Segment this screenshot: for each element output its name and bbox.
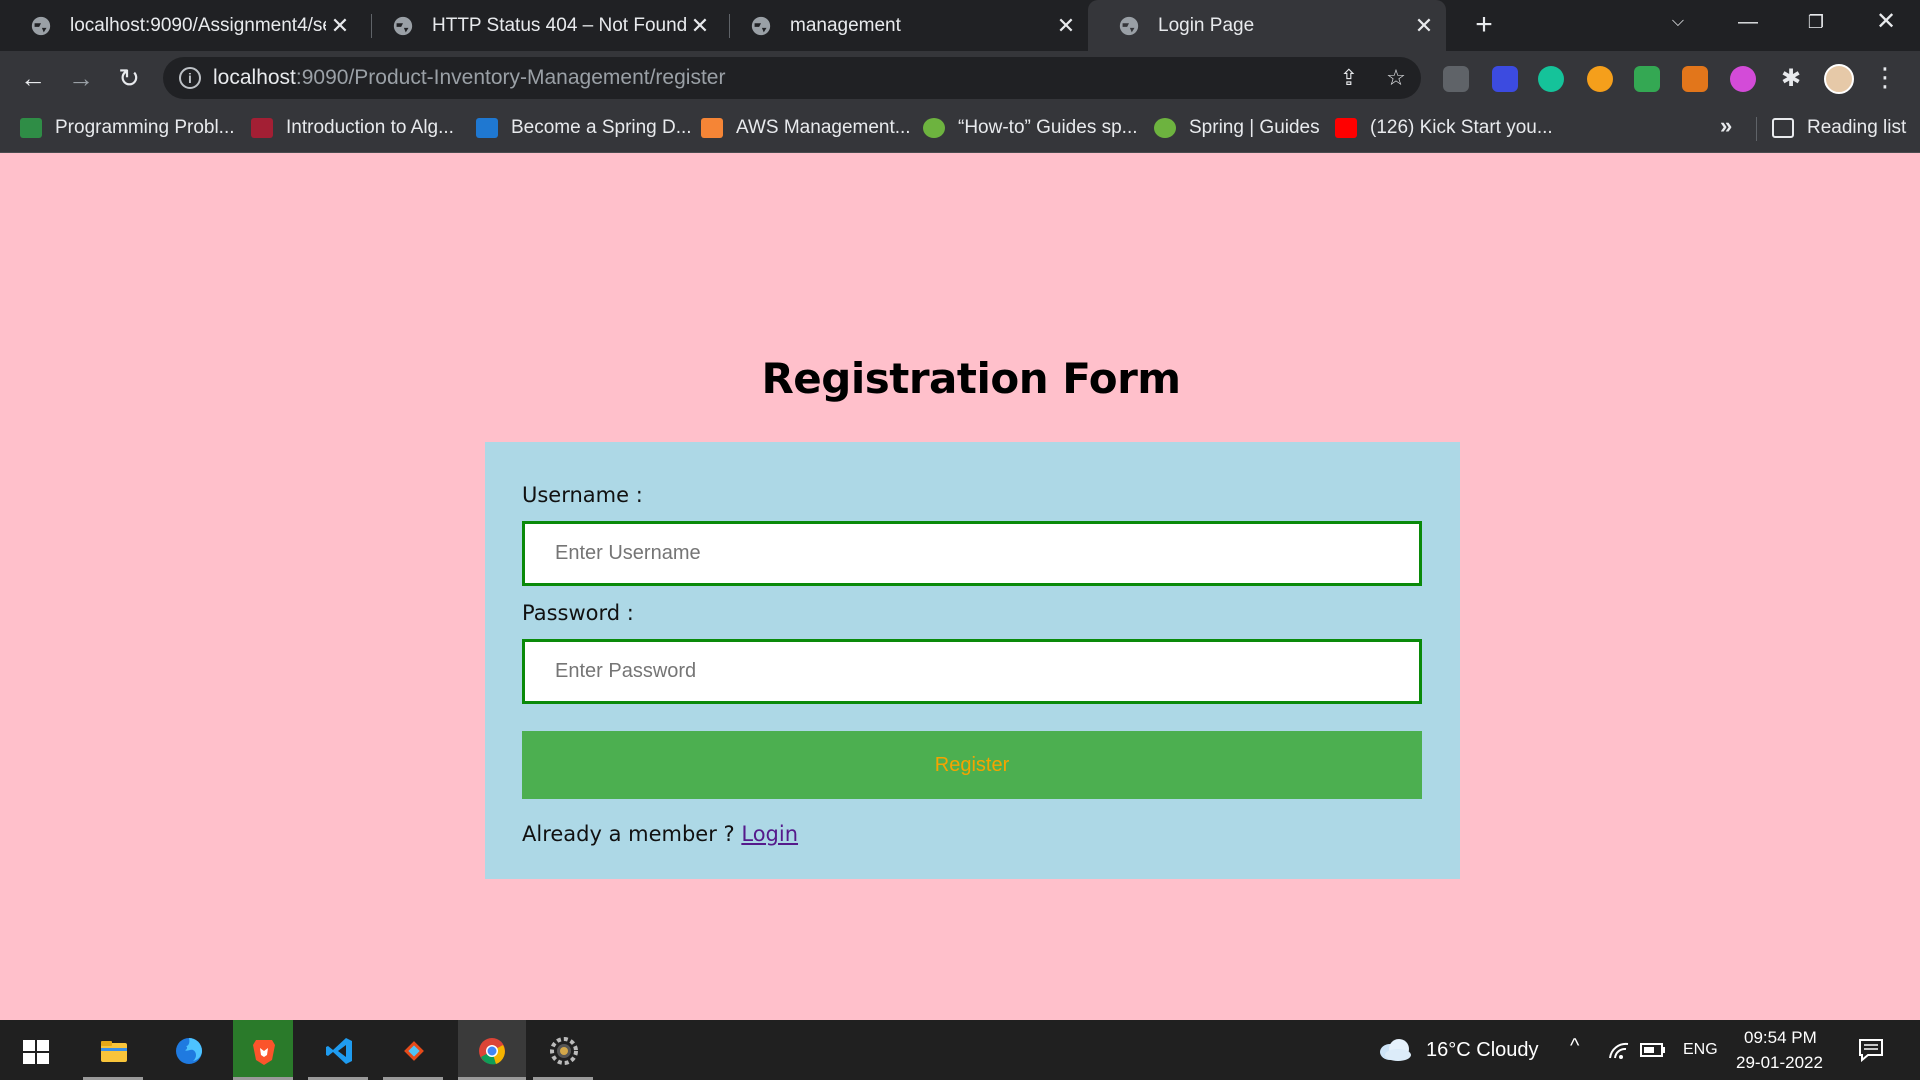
close-icon[interactable]: ✕ — [326, 13, 354, 39]
reading-list-button[interactable]: Reading list — [1772, 105, 1906, 151]
back-arrow-icon[interactable]: ← — [16, 61, 50, 95]
battery-icon[interactable] — [1640, 1042, 1666, 1058]
navigation-toolbar: ← → ↻ i localhost:9090/Product-Inventory… — [0, 51, 1920, 105]
windows-logo-icon — [23, 1040, 49, 1064]
forward-arrow-icon[interactable]: → — [64, 61, 98, 95]
password-label: Password : — [522, 601, 634, 625]
extension-icon[interactable] — [1587, 66, 1613, 92]
bookmark-item[interactable]: (126) Kick Start you... — [1335, 105, 1553, 151]
bookmark-item[interactable]: Introduction to Alg... — [251, 105, 454, 151]
file-explorer-app[interactable] — [83, 1020, 143, 1080]
globe-icon — [31, 16, 51, 35]
tab-search-icon[interactable]: ⌵ — [1648, 0, 1708, 44]
cloud-icon — [1380, 1039, 1411, 1061]
globe-icon — [1119, 16, 1139, 35]
spring-leaf-icon — [923, 118, 945, 138]
tab-assignment4[interactable]: localhost:9090/Assignment4/search ✕ — [0, 0, 362, 51]
more-bookmarks-icon[interactable]: » — [1720, 113, 1732, 139]
restore-button[interactable]: ❐ — [1786, 0, 1846, 44]
tab-management[interactable]: management ✕ — [720, 0, 1088, 51]
bookmark-item[interactable]: “How-to” Guides sp... — [923, 105, 1138, 151]
folder-icon — [101, 1041, 127, 1062]
reading-list-icon — [1772, 118, 1794, 138]
bookmark-item[interactable]: AWS Management... — [701, 105, 911, 151]
close-icon[interactable]: ✕ — [686, 13, 714, 39]
register-button[interactable]: Register — [522, 731, 1422, 799]
profile-avatar[interactable] — [1824, 64, 1854, 94]
share-icon[interactable]: ⇪ — [1337, 66, 1361, 90]
member-prompt: Already a member ? Login — [522, 822, 799, 846]
mit-ocw-icon — [251, 118, 273, 138]
notifications-icon[interactable] — [1858, 1038, 1884, 1062]
password-input[interactable] — [522, 639, 1422, 704]
aws-cube-icon — [701, 118, 723, 138]
git-gui-icon — [404, 1041, 424, 1061]
brave-app[interactable] — [233, 1020, 293, 1080]
new-tab-button[interactable]: + — [1466, 8, 1502, 44]
clock-date[interactable]: 29-01-2022 — [1736, 1053, 1823, 1073]
chrome-icon — [479, 1038, 505, 1065]
course-icon — [476, 118, 498, 138]
reload-icon[interactable]: ↻ — [112, 61, 146, 95]
vscode-app[interactable] — [308, 1020, 368, 1080]
clock-time[interactable]: 09:54 PM — [1744, 1028, 1817, 1048]
bookmark-star-icon[interactable]: ☆ — [1384, 66, 1408, 90]
settings-app[interactable] — [533, 1020, 593, 1080]
color-picker-icon[interactable] — [1730, 66, 1756, 92]
bookmark-item[interactable]: Programming Probl... — [20, 105, 235, 151]
username-label: Username : — [522, 483, 643, 507]
wifi-icon[interactable] — [1608, 1040, 1630, 1060]
url-text[interactable]: localhost:9090/Product-Inventory-Managem… — [213, 66, 725, 90]
site-info-icon[interactable]: i — [179, 67, 201, 89]
tab-login-page[interactable]: Login Page ✕ — [1088, 0, 1446, 51]
close-window-button[interactable]: ✕ — [1856, 0, 1916, 44]
grammarly-icon[interactable] — [1538, 66, 1564, 92]
brave-lion-icon — [253, 1040, 275, 1065]
tab-404[interactable]: HTTP Status 404 – Not Found ✕ — [362, 0, 722, 51]
puzzle-extensions-icon[interactable]: ✱ — [1778, 66, 1804, 92]
minimize-button[interactable]: — — [1718, 0, 1778, 44]
tab-title: management — [790, 14, 901, 36]
address-bar[interactable]: i localhost:9090/Product-Inventory-Manag… — [163, 57, 1421, 99]
bookmark-item[interactable]: Become a Spring D... — [476, 105, 692, 151]
spring-leaf-icon — [1154, 118, 1176, 138]
close-icon[interactable]: ✕ — [1052, 13, 1080, 39]
login-link[interactable]: Login — [741, 822, 798, 846]
divider — [1756, 117, 1757, 141]
firefox-app[interactable] — [158, 1020, 218, 1080]
gear-icon — [550, 1037, 578, 1065]
tab-title: HTTP Status 404 – Not Found — [432, 14, 686, 36]
extension-icon[interactable] — [1492, 66, 1518, 92]
start-button[interactable] — [5, 1020, 65, 1080]
chrome-app[interactable] — [458, 1020, 526, 1080]
git-app[interactable] — [383, 1020, 443, 1080]
chevron-up-icon[interactable]: ^ — [1570, 1035, 1579, 1058]
taskbar: 16°C Cloudy ^ ENG 09:54 PM 29-01-2022 — [0, 1020, 1920, 1080]
username-input[interactable] — [522, 521, 1422, 586]
registration-form: Username : Password : Register Already a… — [485, 442, 1460, 879]
metamask-icon[interactable] — [1682, 66, 1708, 92]
weather-widget[interactable]: 16°C Cloudy — [1426, 1039, 1539, 1062]
language-indicator[interactable]: ENG — [1683, 1041, 1718, 1059]
globe-icon — [751, 16, 771, 35]
menu-icon[interactable]: ⋮ — [1872, 62, 1898, 92]
vscode-icon — [326, 1038, 352, 1064]
tab-title: localhost:9090/Assignment4/search — [70, 14, 326, 36]
page-content: Registration Form Username : Password : … — [0, 154, 1920, 1020]
google-extension-icon[interactable] — [1634, 66, 1660, 92]
tab-title: Login Page — [1158, 14, 1255, 36]
firefox-icon — [176, 1038, 202, 1064]
geeksforgeeks-icon — [20, 118, 42, 138]
bookmark-item[interactable]: Spring | Guides — [1154, 105, 1320, 151]
extension-icon[interactable] — [1443, 66, 1469, 92]
globe-icon — [393, 16, 413, 35]
close-icon[interactable]: ✕ — [1410, 13, 1438, 39]
bookmarks-bar: Programming Probl... Introduction to Alg… — [0, 105, 1920, 153]
tab-strip: localhost:9090/Assignment4/search ✕ HTTP… — [0, 0, 1920, 51]
youtube-icon — [1335, 118, 1357, 138]
page-title: Registration Form — [761, 354, 1181, 403]
